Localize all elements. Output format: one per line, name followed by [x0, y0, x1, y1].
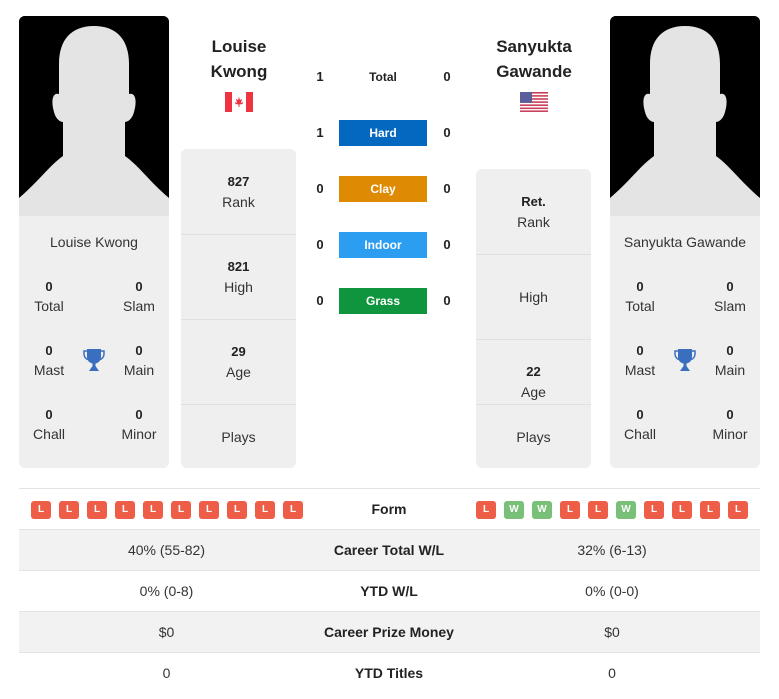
player1-slam-titles: 0 Slam	[123, 279, 155, 314]
comparison-table: LLLLLLLLLL Form LWWLLWLLLL 40% (55-82) C…	[19, 488, 760, 694]
h2h-clay-p1: 0	[316, 181, 324, 196]
canada-flag-icon	[225, 92, 253, 112]
ytd-wl-row: 0% (0-8) YTD W/L 0% (0-0)	[19, 571, 760, 612]
ytd-wl-label: YTD W/L	[360, 583, 418, 599]
player2-total-titles: 0 Total	[625, 279, 655, 314]
player1-high: 821 High	[181, 234, 296, 319]
form-loss-badge[interactable]: L	[199, 501, 219, 519]
player2-rank: Ret. Rank	[517, 193, 550, 230]
player1-rank: 827 Rank	[222, 173, 255, 210]
h2h-hard-p2: 0	[443, 125, 451, 140]
form-loss-badge[interactable]: L	[728, 501, 748, 519]
prize-money-row: $0 Career Prize Money $0	[19, 612, 760, 653]
player2-ytd-wl: 0% (0-0)	[585, 583, 639, 599]
player1-total-titles: 0 Total	[34, 279, 64, 314]
form-loss-badge[interactable]: L	[588, 501, 608, 519]
h2h-hard-p1: 1	[316, 125, 324, 140]
silhouette-icon	[19, 16, 169, 216]
surface-indoor-badge[interactable]: Indoor	[339, 232, 427, 258]
player2-card-name: Sanyukta Gawande	[623, 234, 747, 250]
surface-grass-badge[interactable]: Grass	[339, 288, 427, 314]
player2-main-titles: 0 Main	[714, 343, 746, 378]
form-win-badge[interactable]: W	[532, 501, 552, 519]
h2h-total-label: Total	[369, 70, 397, 84]
player1-photo	[19, 16, 169, 216]
player1-mast-titles: 0 Mast	[33, 343, 65, 378]
player1-prize-money: $0	[158, 624, 175, 640]
h2h-total-p2: 0	[443, 69, 451, 84]
player1-name-heading[interactable]: Louise Kwong	[174, 34, 304, 84]
player1-career-wl: 40% (55-82)	[127, 542, 206, 558]
h2h-indoor-row: 0 Indoor 0	[305, 232, 460, 258]
h2h-indoor-p1: 0	[316, 237, 324, 252]
form-loss-badge[interactable]: L	[171, 501, 191, 519]
form-label: Form	[371, 501, 407, 517]
surface-hard-badge[interactable]: Hard	[339, 120, 427, 146]
player2-stats-panel: Ret. Rank High 22 Age Plays	[476, 169, 591, 468]
player2-slam-titles: 0 Slam	[714, 279, 746, 314]
ytd-titles-row: 0 YTD Titles 0	[19, 653, 760, 694]
player2-chall-titles: 0 Chall	[624, 407, 656, 442]
form-loss-badge[interactable]: L	[115, 501, 135, 519]
career-wl-label: Career Total W/L	[333, 542, 445, 558]
trophy-icon	[674, 349, 696, 371]
h2h-grass-p2: 0	[443, 293, 451, 308]
form-loss-badge[interactable]: L	[672, 501, 692, 519]
form-loss-badge[interactable]: L	[227, 501, 247, 519]
player1-form: LLLLLLLLLL	[31, 501, 303, 519]
player2-titles-card: Sanyukta Gawande 0 Total 0 Slam 0 Mast 0 Mai…	[610, 216, 760, 468]
h2h-grass-p1: 0	[316, 293, 324, 308]
h2h-clay-p2: 0	[443, 181, 451, 196]
player1-minor-titles: 0 Minor	[121, 407, 157, 442]
player2-career-wl: 32% (6-13)	[577, 542, 647, 558]
player2-prize-money: $0	[604, 624, 620, 640]
player1-stats-panel: 827 Rank 821 High 29 Age Plays	[181, 149, 296, 468]
h2h-clay-row: 0 Clay 0	[305, 176, 460, 202]
h2h-grass-row: 0 Grass 0	[305, 288, 460, 314]
player2-ytd-titles: 0	[608, 665, 616, 681]
ytd-titles-label: YTD Titles	[354, 665, 424, 681]
surface-clay-badge[interactable]: Clay	[339, 176, 427, 202]
form-loss-badge[interactable]: L	[59, 501, 79, 519]
form-win-badge[interactable]: W	[616, 501, 636, 519]
form-loss-badge[interactable]: L	[31, 501, 51, 519]
prize-money-label: Career Prize Money	[324, 624, 454, 640]
player2-form: LWWLLWLLLL	[476, 501, 748, 519]
player1-plays: Plays	[181, 404, 296, 468]
form-loss-badge[interactable]: L	[255, 501, 275, 519]
player2-minor-titles: 0 Minor	[712, 407, 748, 442]
usa-flag-icon	[520, 92, 548, 112]
player2-plays: Plays	[476, 404, 591, 468]
form-loss-badge[interactable]: L	[87, 501, 107, 519]
h2h-total-p1: 1	[316, 69, 324, 84]
career-wl-row: 40% (55-82) Career Total W/L 32% (6-13)	[19, 530, 760, 571]
form-loss-badge[interactable]: L	[644, 501, 664, 519]
player1-main-titles: 0 Main	[123, 343, 155, 378]
player1-ytd-wl: 0% (0-8)	[139, 583, 194, 599]
player2-photo	[610, 16, 760, 216]
player1-ytd-titles: 0	[162, 665, 171, 681]
player1-titles-card: Louise Kwong 0 Total 0 Slam 0 Mast 0 Main 0C…	[19, 216, 169, 468]
form-loss-badge[interactable]: L	[700, 501, 720, 519]
player2-high: High	[476, 254, 591, 339]
form-loss-badge[interactable]: L	[283, 501, 303, 519]
form-loss-badge[interactable]: L	[476, 501, 496, 519]
player2-name-heading[interactable]: Sanyukta Gawande	[469, 34, 599, 84]
h2h-total-row: 1 Total 0	[305, 64, 460, 90]
form-loss-badge[interactable]: L	[560, 501, 580, 519]
trophy-icon	[83, 349, 105, 371]
silhouette-icon	[610, 16, 760, 216]
form-win-badge[interactable]: W	[504, 501, 524, 519]
player1-card-name: Louise Kwong	[50, 234, 138, 250]
form-loss-badge[interactable]: L	[143, 501, 163, 519]
player1-chall-titles: 0 Chall	[33, 407, 65, 442]
player1-age: 29 Age	[181, 319, 296, 404]
player2-mast-titles: 0 Mast	[624, 343, 656, 378]
form-row: LLLLLLLLLL Form LWWLLWLLLL	[19, 489, 760, 530]
h2h-hard-row: 1 Hard 0	[305, 120, 460, 146]
h2h-indoor-p2: 0	[443, 237, 451, 252]
